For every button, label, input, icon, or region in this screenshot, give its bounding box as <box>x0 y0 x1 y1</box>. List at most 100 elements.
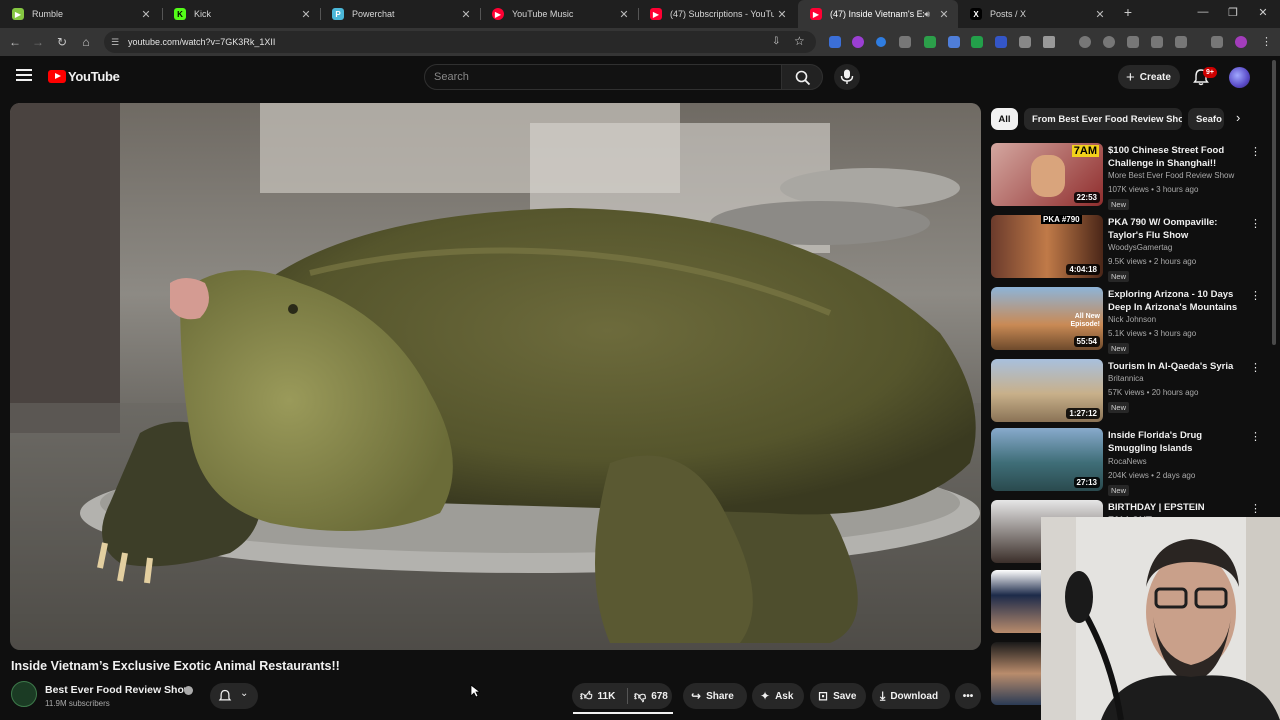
create-button[interactable]: + Create <box>1118 65 1180 89</box>
extension-icon[interactable] <box>971 36 983 48</box>
extension-icon[interactable] <box>899 36 911 48</box>
close-tab-icon[interactable]: ✕ <box>616 8 632 21</box>
account-avatar[interactable] <box>1229 67 1250 88</box>
extension-icon[interactable] <box>995 36 1007 48</box>
video-thumbnail[interactable] <box>991 570 1041 633</box>
more-vertical-icon[interactable]: ⋮ <box>1250 289 1261 302</box>
sidebar-panel-icon[interactable] <box>1175 36 1187 48</box>
extension-icon[interactable] <box>852 36 864 48</box>
tab-kick[interactable]: K Kick ✕ <box>162 0 320 28</box>
recommendation-item[interactable]: 27:13 Inside Florida's Drug Smuggling Is… <box>991 428 1263 496</box>
close-tab-icon[interactable]: ✕ <box>936 8 952 21</box>
more-vertical-icon[interactable]: ⋮ <box>1250 502 1261 515</box>
tab-current-video[interactable]: ▶ (47) Inside Vietnam's Exclu 🔊︎ ✕ <box>798 0 958 28</box>
new-tab-icon[interactable]: + <box>1119 4 1137 20</box>
recommendation-item[interactable]: PKA #790 4:04:18 PKA 790 W/ Oompaville: … <box>991 215 1263 282</box>
more-vertical-icon[interactable]: ⋮ <box>1250 361 1261 374</box>
search-button[interactable] <box>781 64 823 90</box>
more-vertical-icon[interactable]: ⋮ <box>1250 145 1261 158</box>
youtube-logo-icon[interactable] <box>48 70 66 83</box>
channel-name[interactable]: RocaNews <box>1108 457 1147 466</box>
video-thumbnail[interactable]: 27:13 <box>991 428 1103 491</box>
video-player[interactable] <box>10 103 981 650</box>
share-icon: ↪ <box>691 689 702 703</box>
tab-x-posts[interactable]: X Posts / X ✕ <box>958 0 1114 28</box>
video-title[interactable]: Tourism In Al-Qaeda's Syria <box>1108 360 1248 373</box>
bookmark-star-icon[interactable]: ☆ <box>794 34 805 48</box>
video-title[interactable]: Exploring Arizona - 10 Days Deep In Ariz… <box>1108 288 1248 314</box>
video-thumbnail[interactable]: PKA #790 4:04:18 <box>991 215 1103 278</box>
tab-rumble[interactable]: ▶ Rumble ✕ <box>0 0 160 28</box>
close-tab-icon[interactable]: ✕ <box>1092 8 1108 21</box>
recommendation-item[interactable]: All New Episode! 55:54 Exploring Arizona… <box>991 287 1263 354</box>
ask-button[interactable]: ✦ Ask <box>752 683 804 709</box>
extension-icon[interactable] <box>948 36 960 48</box>
more-actions-button[interactable]: ••• <box>955 683 981 709</box>
close-tab-icon[interactable]: ✕ <box>774 8 790 21</box>
page-scrollbar[interactable] <box>1270 60 1278 345</box>
video-thumbnail[interactable]: All New Episode! 55:54 <box>991 287 1103 350</box>
minimize-icon[interactable]: — <box>1194 6 1212 18</box>
speaker-icon[interactable]: 🔊︎ <box>924 9 930 20</box>
channel-avatar[interactable] <box>11 681 37 707</box>
forward-icon[interactable]: → <box>30 34 46 50</box>
extension-icon[interactable] <box>1103 36 1115 48</box>
recommendation-item[interactable]: 1:27:12 Tourism In Al-Qaeda's Syria Brit… <box>991 359 1263 425</box>
extensions-puzzle-icon[interactable] <box>1043 36 1055 48</box>
channel-name[interactable]: WoodysGamertag <box>1108 243 1172 252</box>
maximize-icon[interactable]: ❐ <box>1224 6 1242 19</box>
more-vertical-icon[interactable]: ⋮ <box>1250 217 1261 230</box>
video-title[interactable]: Inside Florida's Drug Smuggling Islands <box>1108 429 1248 455</box>
close-tab-icon[interactable]: ✕ <box>138 8 154 21</box>
channel-name[interactable]: Britannica <box>1108 374 1144 383</box>
video-title[interactable]: PKA 790 W/ Oompaville: Taylor's Flu Show <box>1108 216 1248 242</box>
tab-search-icon[interactable] <box>1211 36 1223 48</box>
video-thumbnail[interactable] <box>991 642 1041 705</box>
more-vertical-icon[interactable]: ⋮ <box>1250 430 1261 443</box>
sparkle-icon: ✦ <box>760 689 771 703</box>
close-window-icon[interactable]: ✕ <box>1254 6 1272 19</box>
install-app-icon[interactable]: ⇩ <box>772 36 780 47</box>
channel-name[interactable]: Best Ever Food Review Show <box>45 684 192 696</box>
recommendation-item[interactable]: 7AM 22:53 $100 Chinese Street Food Chall… <box>991 143 1263 210</box>
extension-icon[interactable] <box>924 36 936 48</box>
chip-from-channel[interactable]: From Best Ever Food Review Show <box>1024 108 1182 130</box>
reload-icon[interactable]: ↻ <box>54 34 70 50</box>
reading-list-icon[interactable] <box>1151 36 1163 48</box>
save-button[interactable]: ⊡ Save <box>810 683 866 709</box>
dislike-button[interactable]: 👎︎ 678 <box>628 689 668 704</box>
youtube-wordmark[interactable]: YouTube <box>68 69 120 84</box>
channel-name[interactable]: Nick Johnson <box>1108 315 1156 324</box>
video-thumbnail[interactable]: 7AM 22:53 <box>991 143 1103 206</box>
download-button[interactable]: ⤓ Download <box>872 683 950 709</box>
search-input[interactable] <box>434 64 764 90</box>
hamburger-menu-icon[interactable] <box>16 69 32 83</box>
extension-icon[interactable] <box>829 36 841 48</box>
chip-seafood[interactable]: Seafo <box>1188 108 1224 130</box>
profile-icon[interactable] <box>1235 36 1247 48</box>
channel-name[interactable]: More Best Ever Food Review Show <box>1108 171 1234 180</box>
close-tab-icon[interactable]: ✕ <box>458 8 474 21</box>
subscription-notifications-button[interactable]: ⌄ <box>210 683 258 709</box>
share-button[interactable]: ↪ Share <box>683 683 747 709</box>
home-icon[interactable]: ⌂ <box>78 34 94 50</box>
chevron-right-icon[interactable]: › <box>1236 110 1240 125</box>
like-dislike-group: 👍︎ 11K 👎︎ 678 <box>572 683 672 709</box>
extension-icon[interactable] <box>876 37 886 47</box>
close-tab-icon[interactable]: ✕ <box>298 8 314 21</box>
devtools-icon[interactable] <box>1127 36 1139 48</box>
video-title[interactable]: $100 Chinese Street Food Challenge in Sh… <box>1108 144 1248 170</box>
browser-menu-icon[interactable]: ⋮ <box>1261 35 1272 48</box>
site-info-icon[interactable]: ☰ <box>111 37 119 48</box>
chip-all[interactable]: All <box>991 108 1018 130</box>
history-icon[interactable] <box>1079 36 1091 48</box>
back-icon[interactable]: ← <box>7 34 23 50</box>
video-thumbnail[interactable]: 1:27:12 <box>991 359 1103 422</box>
tab-youtube-music[interactable]: ▶ YouTube Music ✕ <box>480 0 638 28</box>
tab-powerchat[interactable]: P Powerchat ✕ <box>320 0 480 28</box>
extension-icon[interactable] <box>1019 36 1031 48</box>
like-button[interactable]: 👍︎ 11K <box>572 689 627 704</box>
tab-subscriptions[interactable]: ▶ (47) Subscriptions - YouTube ✕ <box>638 0 796 28</box>
voice-search-button[interactable] <box>834 64 860 90</box>
url-text[interactable]: youtube.com/watch?v=7GK3Rk_1XII <box>128 37 275 47</box>
